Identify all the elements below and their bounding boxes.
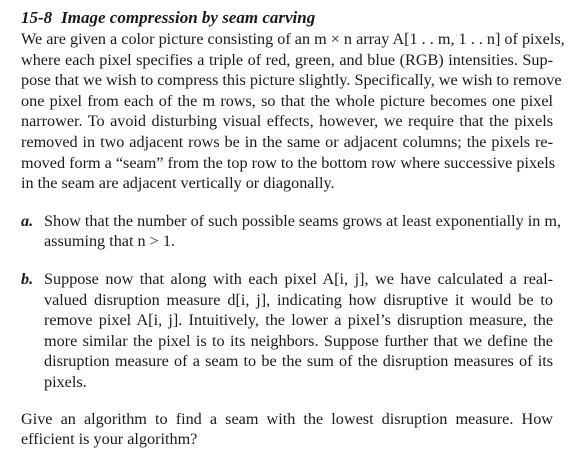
intro-line: moved form a “seam” from the top row to … [21, 153, 556, 172]
problem-intro: We are given a color picture consisting … [21, 29, 565, 194]
part-b-line: disruption measure of a seam to be the s… [44, 352, 553, 371]
part-b-text: Suppose now that along with each pixel A… [44, 269, 553, 393]
part-b-line: Suppose now that along with each pixel A… [44, 269, 553, 288]
part-b-line: remove pixel A[i, j]. Intuitively, the l… [44, 311, 553, 330]
closing-question: Give an algorithm to find a seam with th… [21, 409, 553, 450]
part-b: b. Suppose now that along with each pixe… [21, 269, 553, 393]
part-a-label: a. [21, 211, 34, 230]
problem-title: Image compression by seam carving [61, 8, 316, 27]
part-b-label: b. [21, 269, 34, 288]
part-a: a. Show that the number of such possible… [21, 211, 562, 252]
intro-line: narrower. To avoid disturbing visual eff… [21, 112, 553, 131]
problem-number: 15-8 [21, 8, 53, 27]
part-b-line: valued disruption measure d[i, j], indic… [44, 290, 553, 309]
intro-line: where each pixel specifies a triple of r… [21, 50, 553, 69]
part-a-line: assuming that n > 1. [44, 232, 175, 251]
part-b-line: pixels. [44, 372, 87, 391]
part-b-line: more similar the pixel is to its neighbo… [44, 331, 553, 350]
part-a-text: Show that the number of such possible se… [44, 211, 562, 252]
closing-line: Give an algorithm to find a seam with th… [21, 409, 553, 428]
closing-line: efficient is your algorithm? [21, 430, 198, 449]
intro-line: removed in two adjacent rows be in the s… [21, 132, 553, 151]
problem-heading: 15-8 Image compression by seam carving [21, 7, 553, 29]
part-a-line: Show that the number of such possible se… [44, 211, 562, 230]
intro-line: in the seam are adjacent vertically or d… [21, 174, 335, 193]
textbook-page: 15-8 Image compression by seam carving We… [21, 7, 565, 450]
intro-line: one pixel from each of the m rows, so th… [21, 91, 553, 110]
intro-line: pose that we wish to compress this pictu… [21, 71, 562, 90]
intro-line: We are given a color picture consisting … [21, 30, 565, 48]
